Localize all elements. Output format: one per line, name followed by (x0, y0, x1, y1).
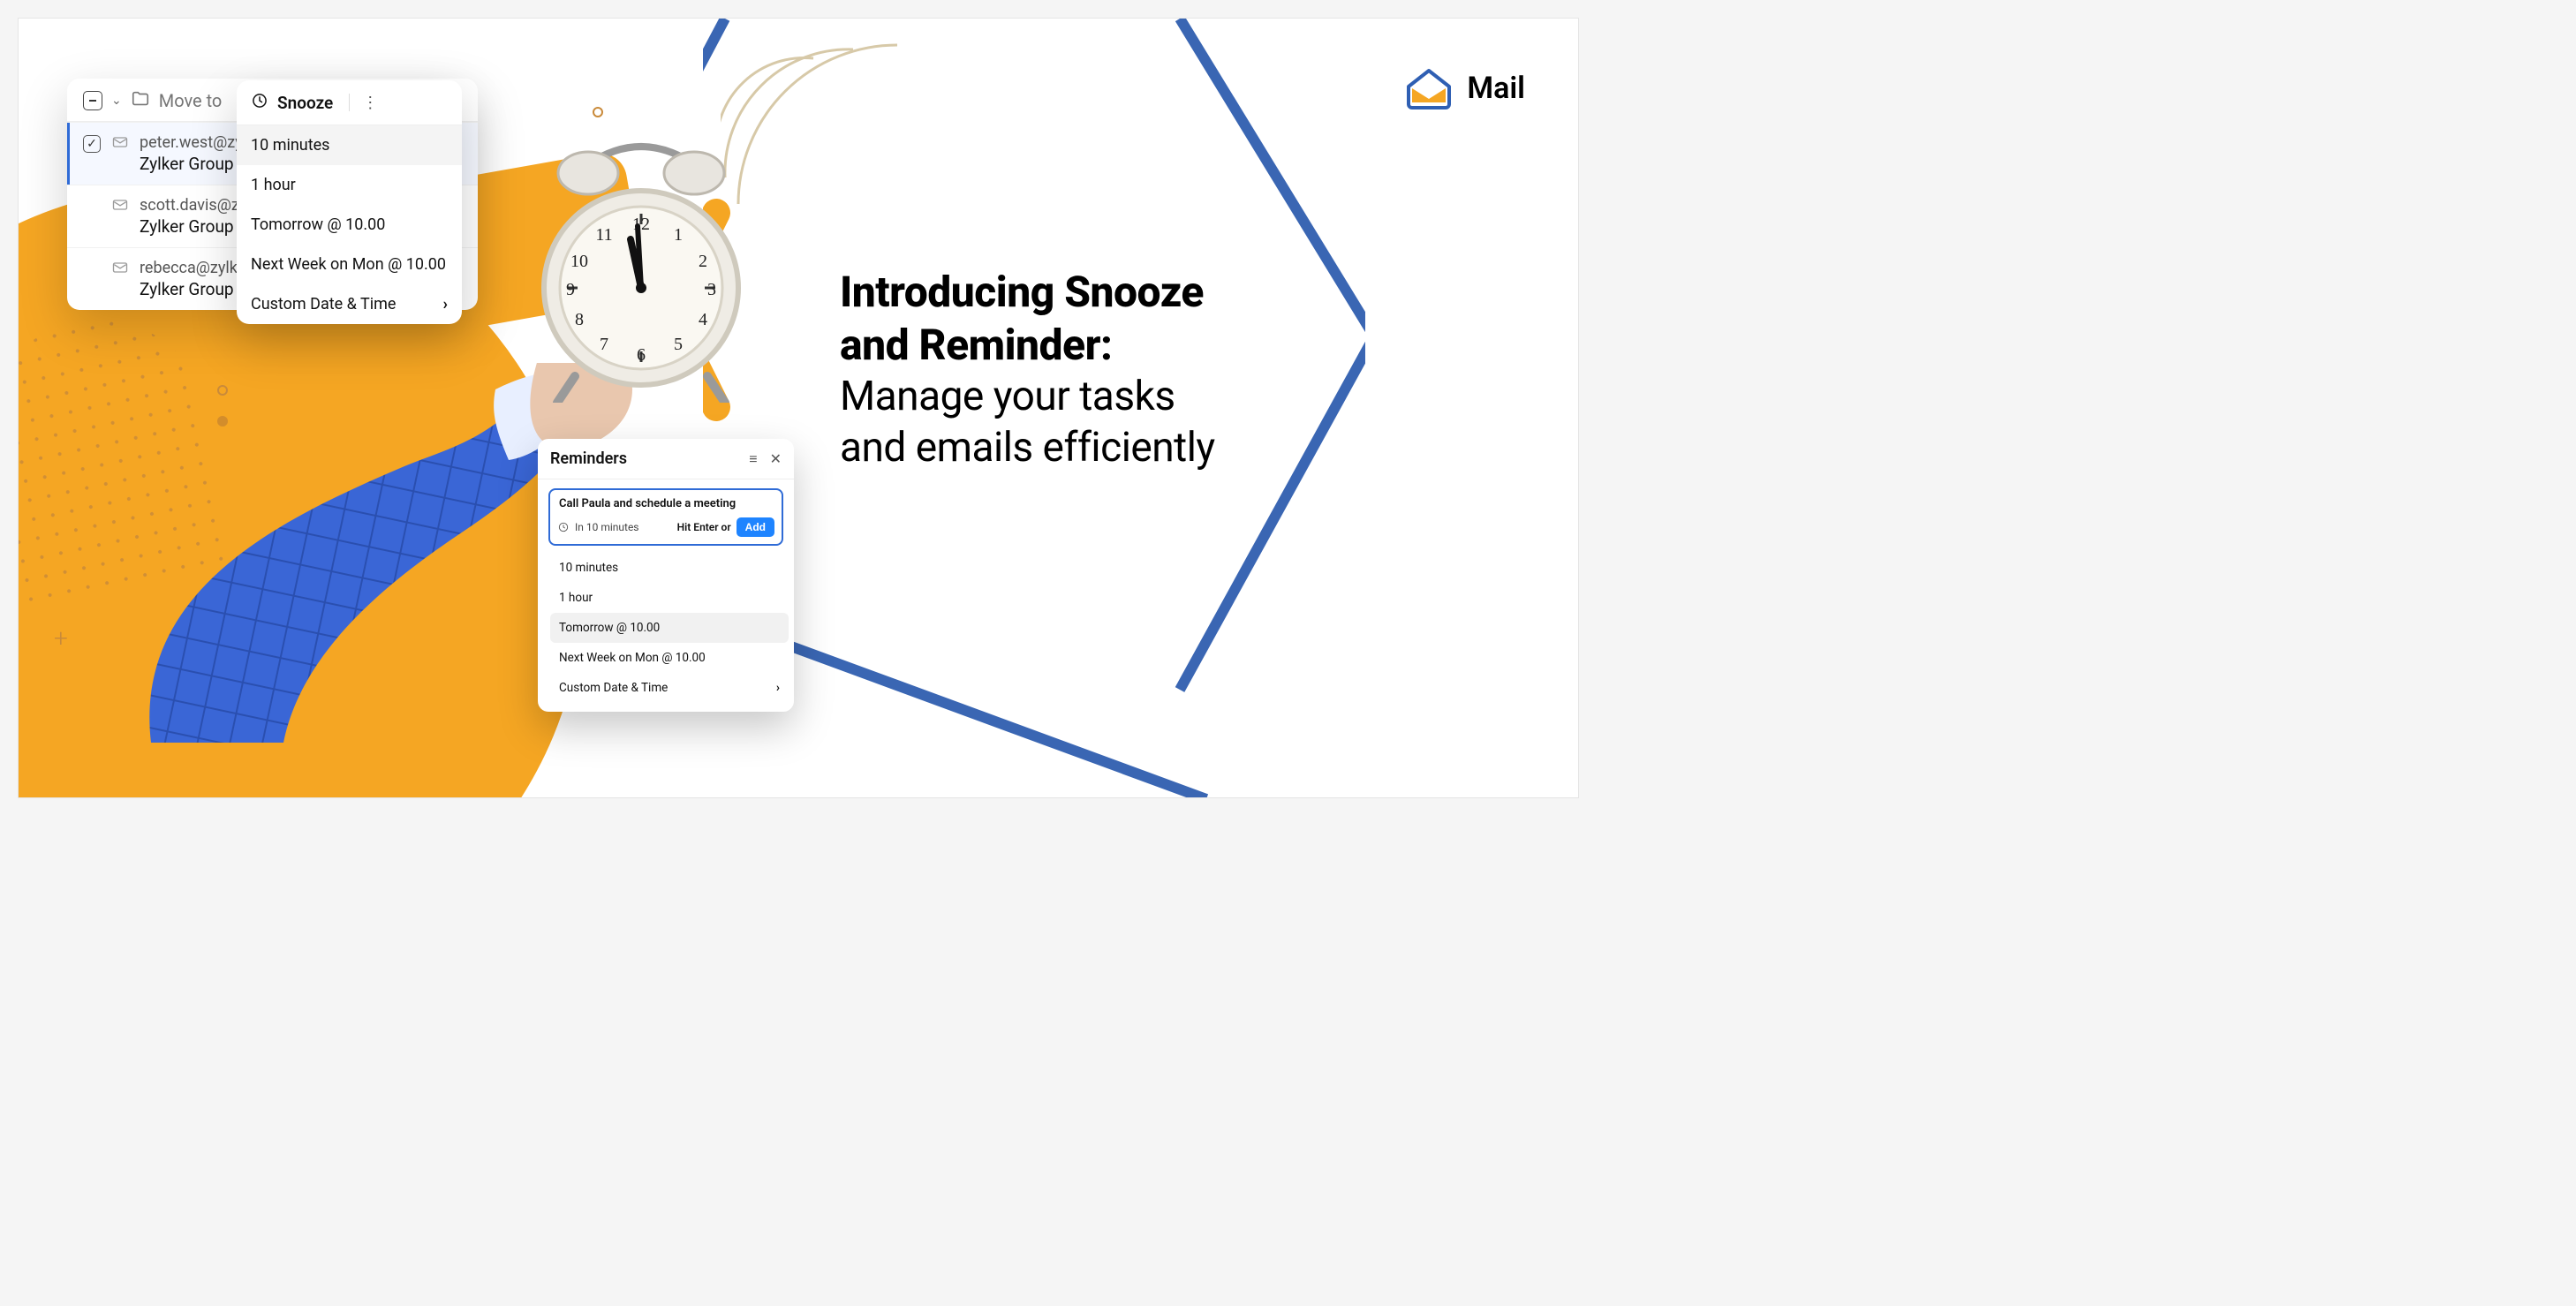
reminder-option-label: Custom Date & Time (559, 681, 668, 695)
svg-text:2: 2 (699, 252, 707, 271)
mail-logo-icon (1403, 67, 1454, 109)
snooze-menu: Snooze ⋮ 10 minutes 1 hour Tomorrow @ 10.0… (237, 80, 462, 324)
reminder-option-label: 1 hour (559, 591, 593, 605)
envelope-icon (111, 133, 129, 155)
svg-text:4: 4 (699, 310, 707, 329)
reminders-header: Reminders ≡ ✕ (538, 439, 794, 479)
reminder-option[interactable]: 10 minutes (550, 553, 789, 583)
add-button[interactable]: Add (737, 517, 774, 537)
bg-ring-2 (217, 385, 228, 396)
snooze-option-label: 10 minutes (251, 136, 329, 155)
svg-text:3: 3 (707, 280, 716, 299)
reminder-option-label: Tomorrow @ 10.00 (559, 621, 660, 635)
snooze-option-label: Next Week on Mon @ 10.00 (251, 255, 446, 274)
row-checkbox[interactable] (83, 135, 101, 153)
headline-bold-1: Introducing Snooze (840, 266, 1440, 319)
kebab-icon[interactable]: ⋮ (362, 94, 380, 112)
chevron-right-icon: › (776, 681, 780, 695)
bg-ring-1 (593, 107, 603, 117)
reminder-option[interactable]: Custom Date & Time › (550, 673, 789, 703)
bg-dot (217, 416, 228, 427)
move-to-button[interactable]: Move to (159, 90, 223, 111)
svg-text:6: 6 (637, 345, 646, 365)
select-all-checkbox[interactable] (83, 91, 102, 110)
headline: Introducing Snooze and Reminder: Manage … (840, 266, 1440, 473)
svg-text:1: 1 (674, 225, 683, 245)
brand-name: Mail (1467, 71, 1525, 106)
separator (349, 94, 350, 111)
snooze-option[interactable]: 10 minutes (237, 125, 462, 165)
reminders-title: Reminders (550, 449, 627, 468)
chevron-right-icon: › (443, 295, 448, 313)
brand: Mail (1403, 67, 1525, 109)
reminder-subject-field[interactable]: Call Paula and schedule a meeting (557, 494, 774, 514)
list-icon[interactable]: ≡ (749, 450, 757, 468)
reminder-option[interactable]: 1 hour (550, 583, 789, 613)
reminder-option-label: Next Week on Mon @ 10.00 (559, 651, 706, 665)
envelope-icon (111, 259, 129, 280)
reminder-input[interactable]: Call Paula and schedule a meeting In 10 … (548, 488, 783, 546)
reminder-hint: Hit Enter or (677, 521, 731, 533)
envelope-icon (111, 196, 129, 217)
svg-text:5: 5 (674, 335, 683, 354)
snooze-option-label: 1 hour (251, 176, 296, 194)
bg-plus-icon: + (54, 623, 68, 653)
snooze-option-label: Custom Date & Time (251, 295, 396, 313)
snooze-option[interactable]: Custom Date & Time › (237, 284, 462, 324)
svg-text:8: 8 (575, 310, 584, 329)
reminder-option[interactable]: Next Week on Mon @ 10.00 (550, 643, 789, 673)
close-icon[interactable]: ✕ (770, 450, 782, 467)
headline-bold-2: and Reminder: (840, 319, 1440, 372)
snooze-option[interactable]: 1 hour (237, 165, 462, 205)
headline-light-2: and emails efficiently (840, 423, 1440, 474)
snooze-option[interactable]: Tomorrow @ 10.00 (237, 205, 462, 245)
svg-text:7: 7 (600, 335, 608, 354)
reminder-when-chip[interactable]: In 10 minutes (557, 521, 639, 533)
alarm-sound-icon (721, 27, 941, 248)
snooze-title[interactable]: Snooze (277, 93, 333, 113)
reminders-panel: Reminders ≡ ✕ Call Paula and schedule a … (538, 439, 794, 712)
clock-icon (251, 92, 268, 113)
reminder-option-label: 10 minutes (559, 561, 618, 575)
promo-canvas: + (18, 18, 1579, 798)
snooze-option[interactable]: Next Week on Mon @ 10.00 (237, 245, 462, 284)
snooze-menu-header: Snooze ⋮ (237, 80, 462, 125)
reminder-option[interactable]: Tomorrow @ 10.00 (550, 613, 789, 643)
snooze-option-label: Tomorrow @ 10.00 (251, 215, 385, 234)
reminder-when-text: In 10 minutes (575, 521, 639, 533)
folder-icon (131, 89, 150, 112)
select-all-caret-icon[interactable]: ⌄ (111, 94, 122, 108)
headline-light-1: Manage your tasks (840, 372, 1440, 423)
